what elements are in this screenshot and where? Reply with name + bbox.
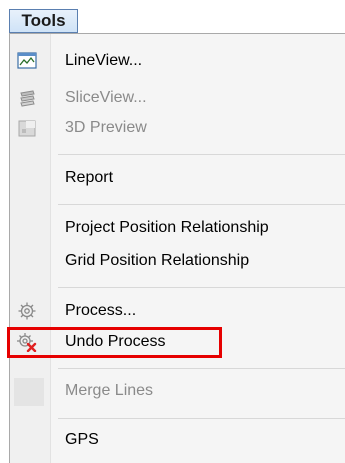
menu-item-grid-position-relationship[interactable]: Grid Position Relationship bbox=[10, 246, 345, 276]
menu-item-label: Merge Lines bbox=[65, 382, 154, 399]
lineview-icon bbox=[16, 50, 38, 72]
menu-item-label: Report bbox=[65, 169, 114, 186]
menu-separator bbox=[58, 368, 345, 369]
menu-separator bbox=[58, 418, 345, 419]
menu-item-label: LineView... bbox=[65, 52, 143, 69]
menu-item-project-position-relationship[interactable]: Project Position Relationship bbox=[10, 213, 345, 243]
menu-item-report[interactable]: Report bbox=[10, 163, 345, 193]
tools-menu-button[interactable]: Tools bbox=[9, 9, 78, 33]
menu-separator bbox=[58, 204, 345, 205]
menu-item-undo-process[interactable]: Undo Process bbox=[10, 327, 345, 357]
gear-icon bbox=[16, 300, 38, 322]
menu-item-label: Undo Process bbox=[65, 333, 166, 350]
menu-item-sliceview: SliceView... bbox=[10, 83, 345, 113]
menu-item-3d-preview: 3D Preview bbox=[10, 113, 345, 143]
menu-item-merge-lines: Merge Lines bbox=[10, 376, 345, 406]
menu-separator bbox=[58, 287, 345, 288]
sliceview-icon bbox=[16, 87, 38, 109]
gear-undo-icon bbox=[16, 331, 38, 353]
menu-item-label: SliceView... bbox=[65, 89, 147, 106]
tools-dropdown: LineView... SliceView... 3D Preview Repo… bbox=[9, 33, 345, 463]
menu-item-label: Grid Position Relationship bbox=[65, 252, 250, 269]
menu-item-label: Project Position Relationship bbox=[65, 219, 269, 236]
merge-lines-icon bbox=[14, 378, 44, 406]
menu-item-label: 3D Preview bbox=[65, 119, 147, 136]
menu-item-gps[interactable]: GPS bbox=[10, 425, 345, 455]
tools-menu-label: Tools bbox=[21, 11, 66, 30]
3d-preview-icon bbox=[16, 117, 38, 139]
menu-item-lineview[interactable]: LineView... bbox=[10, 46, 345, 76]
menu-item-label: Process... bbox=[65, 302, 137, 319]
menu-separator bbox=[58, 154, 345, 155]
menu-item-process[interactable]: Process... bbox=[10, 296, 345, 326]
menu-item-label: GPS bbox=[65, 431, 99, 448]
